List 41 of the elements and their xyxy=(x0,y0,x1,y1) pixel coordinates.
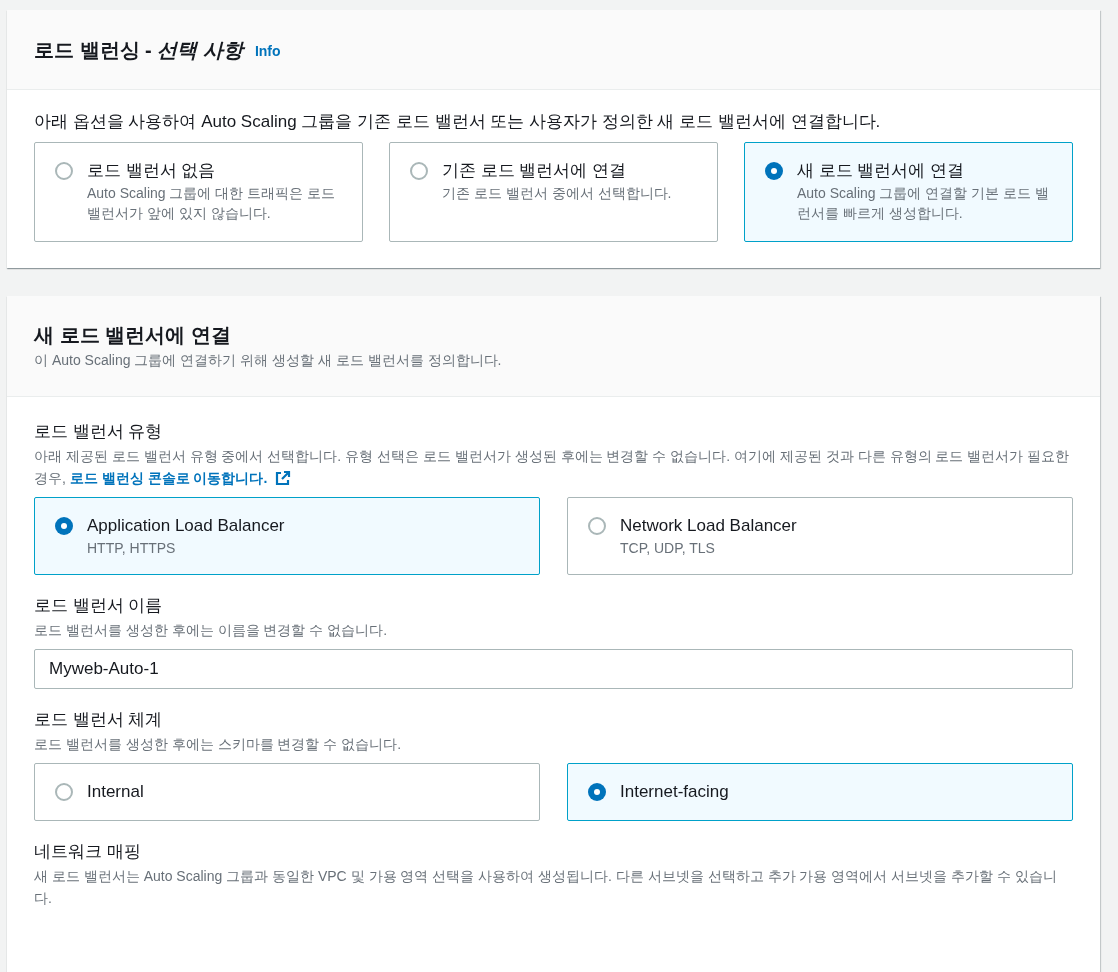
option-description: Auto Scaling 그룹에 연결할 기본 로드 밸런서를 빠르게 생성합니다. xyxy=(797,184,1051,223)
option-label: 로드 밸런서 없음 xyxy=(87,160,217,182)
field-label: 네트워크 매핑 xyxy=(34,841,142,863)
panel-title: 새 로드 밸런서에 연결 xyxy=(34,323,232,348)
option-label: Internet-facing xyxy=(620,781,729,803)
option-card[interactable]: Network Load Balancer TCP, UDP, TLS xyxy=(567,497,1073,575)
option-card[interactable]: Internal xyxy=(34,763,540,821)
panel-description: 아래 옵션을 사용하여 Auto Scaling 그룹을 기존 로드 밸런서 또는 사용자가 정의한 새 로드 밸런서에 연결합니다. xyxy=(34,111,882,133)
option-description: 기존 로드 밸런서 중에서 선택합니다. xyxy=(442,184,672,203)
field-description: 아래 제공된 로드 밸런서 유형 중에서 선택합니다. 유형 선택은 로드 밸런서가 생성된 후에는 변경할 수 없습니다. 여기에 제공된 것과 다른 유형의 로드 밸런서가 필요한 경우, 로드 밸런싱 콘솔로 이동합니다. xyxy=(34,445,1073,489)
console-link[interactable]: 로드 밸런싱 콘솔로 이동합니다. xyxy=(69,467,292,489)
option-card[interactable]: Application Load Balancer HTTP, HTTPS xyxy=(34,497,540,575)
field-description: 새 로드 밸런서는 Auto Scaling 그룹과 동일한 VPC 및 가용 영역 선택을 사용하여 생성됩니다. 다른 서브넷을 선택하고 추가 가용 영역에서 서브넷을 추가할 수 있습니다. xyxy=(34,867,1058,908)
radio-button[interactable] xyxy=(55,517,73,535)
option-description: Auto Scaling 그룹에 대한 트래픽은 로드 밸런서가 앞에 있지 않습니다. xyxy=(87,184,337,223)
option-label: 기존 로드 밸런서에 연결 xyxy=(442,160,628,182)
option-card[interactable]: 로드 밸런서 없음 Auto Scaling 그룹에 대한 트래픽은 로드 밸런서가 앞에 있지 않습니다. xyxy=(34,142,363,242)
radio-button[interactable] xyxy=(588,517,606,535)
option-description: TCP, UDP, TLS xyxy=(620,539,716,558)
field-description: 로드 밸런서를 생성한 후에는 이름을 변경할 수 없습니다. xyxy=(34,621,389,640)
option-card[interactable]: 기존 로드 밸런서에 연결 기존 로드 밸런서 중에서 선택합니다. xyxy=(389,142,718,242)
option-label: Application Load Balancer xyxy=(87,515,285,537)
field-description: 로드 밸런서를 생성한 후에는 스키마를 변경할 수 없습니다. xyxy=(34,735,403,754)
option-description: HTTP, HTTPS xyxy=(87,539,177,558)
option-card[interactable]: 새 로드 밸런서에 연결 Auto Scaling 그룹에 연결할 기본 로드 밸런서를 빠르게 생성합니다. xyxy=(744,142,1073,242)
radio-button[interactable] xyxy=(410,162,428,180)
radio-button[interactable] xyxy=(765,162,783,180)
option-label: 새 로드 밸런서에 연결 xyxy=(797,160,966,182)
field-label: 로드 밸런서 유형 xyxy=(34,421,164,443)
radio-button[interactable] xyxy=(55,783,73,801)
external-link-icon xyxy=(275,470,292,486)
field-label: 로드 밸런서 이름 xyxy=(34,595,164,617)
info-link[interactable]: Info xyxy=(254,41,281,62)
name-input-field[interactable]: Myweb-Auto-1 xyxy=(34,649,1073,689)
radio-button[interactable] xyxy=(55,162,73,180)
panel-subtitle: 이 Auto Scaling 그룹에 연결하기 위해 생성할 새 로드 밸런서를 정의합니다. xyxy=(34,351,503,370)
field-label: 로드 밸런서 체계 xyxy=(34,709,164,731)
option-card[interactable]: Internet-facing xyxy=(567,763,1073,821)
option-label: Network Load Balancer xyxy=(620,515,797,537)
option-label: Internal xyxy=(87,781,144,803)
radio-button[interactable] xyxy=(588,783,606,801)
